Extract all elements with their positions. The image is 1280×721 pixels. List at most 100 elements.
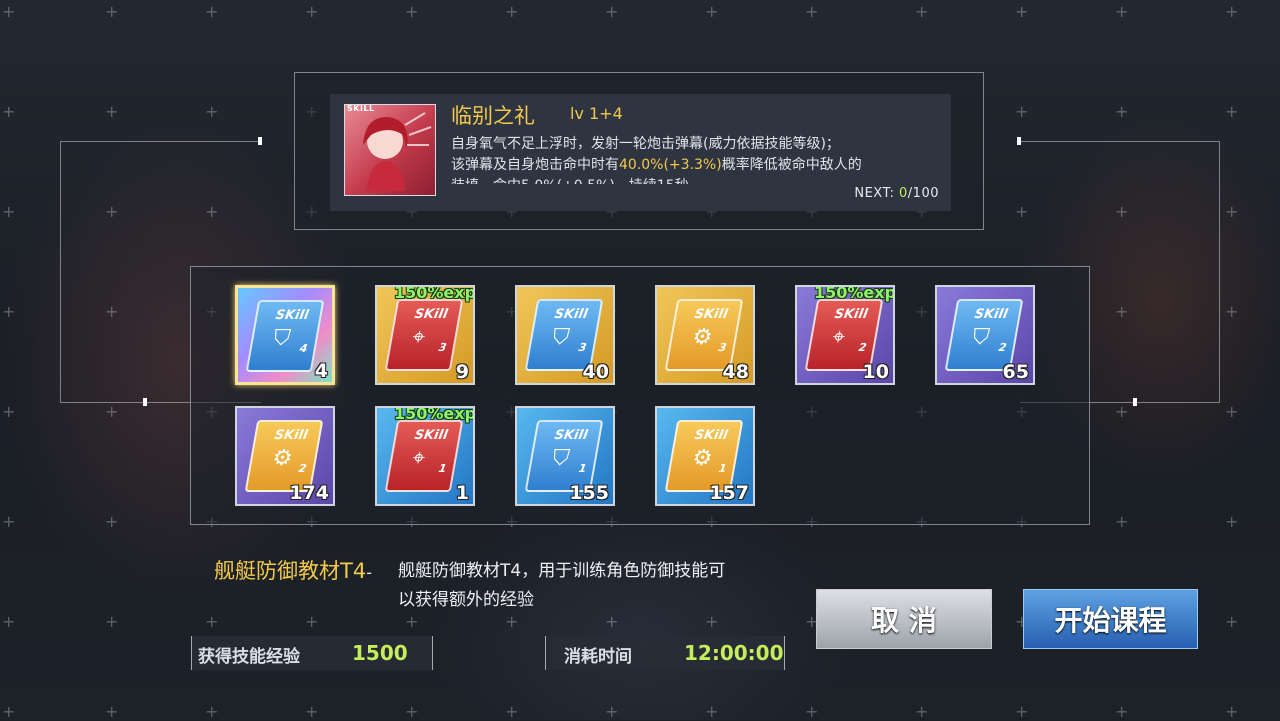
plus-mark: + (1225, 702, 1239, 721)
book-label: SKill (973, 307, 1009, 322)
plus-mark: + (105, 2, 119, 21)
left-connector-tick-bottom (143, 398, 147, 406)
book-tier: 2 (997, 341, 1008, 354)
material-desc-line-2: 以获得额外的经验 (398, 590, 534, 610)
plus-mark: + (605, 702, 619, 721)
skill-card: SKILL 临别之礼 lv 1+4 自身氧气不足上浮时，发射一轮炮击弹幕(威力依… (330, 94, 951, 211)
book-label: SKill (693, 428, 729, 443)
item-count: 65 (1002, 361, 1029, 383)
right-connector-tick-bottom (1133, 398, 1137, 406)
skill-book-item[interactable]: SKill ⚙ 3 48 (655, 285, 755, 385)
shield-icon: ⛉ (550, 446, 572, 471)
skill-book-item[interactable]: SKill ⛉ 1 155 (515, 406, 615, 506)
time-cost-label: 消耗时间 (564, 647, 632, 667)
plus-mark: + (1115, 402, 1129, 421)
item-count: 40 (582, 361, 609, 383)
skill-book-item[interactable]: SKill ⚙ 1 157 (655, 406, 755, 506)
book-label: SKill (413, 428, 449, 443)
skill-book-item[interactable]: SKill ⌖ 1 150%exp 1 (375, 406, 475, 506)
skill-next-exp: NEXT: 0/100 (854, 186, 939, 201)
skill-book-icon: SKill ⌖ 3 (384, 299, 464, 371)
plus-mark: + (605, 2, 619, 21)
skill-book-item[interactable]: SKill ⌖ 3 150%exp 9 (375, 285, 475, 385)
item-count: 1 (455, 482, 469, 504)
plus-mark: + (205, 612, 219, 631)
plus-mark: + (505, 2, 519, 21)
exp-gain-value: 1500 (352, 641, 408, 665)
skill-level: lv 1+4 (570, 104, 623, 123)
skill-desc-line-2: 该弹幕及自身炮击命中时有40.0%(+3.3%)概率降低被命中敌人的 (451, 155, 941, 176)
shield-icon: ⛉ (550, 325, 572, 350)
plus-mark: + (1225, 402, 1239, 421)
plus-mark: + (205, 2, 219, 21)
skill-desc-highlight: 40.0%(+3.3%) (619, 157, 722, 173)
start-course-button[interactable]: 开始课程 (1023, 589, 1198, 649)
plus-mark: + (705, 702, 719, 721)
skill-book-item[interactable]: SKill ⚙ 2 174 (235, 406, 335, 506)
skill-name: 临别之礼 (451, 104, 535, 128)
book-label: SKill (273, 428, 309, 443)
skill-book-item[interactable]: SKill ⛉ 2 65 (935, 285, 1035, 385)
gear-icon: ⚙ (270, 446, 295, 471)
selected-material-name: 舰艇防御教材T4- (214, 555, 372, 585)
time-cost-value: 12:00:00 (684, 641, 784, 665)
plus-mark: + (105, 702, 119, 721)
plus-mark: + (1115, 102, 1129, 121)
item-count: 4 (314, 360, 328, 382)
book-label: SKill (693, 307, 729, 322)
skill-desc-line-1: 自身氧气不足上浮时，发射一轮炮击弹幕(威力依据技能等级)； (451, 136, 840, 152)
plus-mark: + (305, 612, 319, 631)
crosshair-icon: ⌖ (830, 325, 848, 350)
book-tier: 3 (717, 341, 728, 354)
plus-mark: + (1225, 102, 1239, 121)
crosshair-icon: ⌖ (410, 325, 428, 350)
plus-mark: + (1015, 702, 1029, 721)
skill-desc-text: 该弹幕及自身炮击命中时有 (451, 157, 619, 173)
plus-mark: + (1115, 702, 1129, 721)
plus-mark: + (915, 702, 929, 721)
skill-description[interactable]: 自身氧气不足上浮时，发射一轮炮击弹幕(威力依据技能等级)； 该弹幕及自身炮击命中… (451, 134, 941, 184)
cancel-button[interactable]: 取 消 (816, 589, 992, 649)
skill-book-icon: SKill ⌖ 1 (384, 420, 464, 492)
plus-mark: + (705, 2, 719, 21)
book-tier: 2 (857, 341, 868, 354)
material-separator: - (366, 563, 372, 582)
skill-info-panel: SKILL 临别之礼 lv 1+4 自身氧气不足上浮时，发射一轮炮击弹幕(威力依… (294, 72, 984, 230)
exp-bonus-badge: 150%exp (394, 285, 475, 302)
next-total: /100 (907, 186, 939, 201)
shield-icon: ⛉ (970, 325, 992, 350)
plus-mark: + (405, 2, 419, 21)
plus-mark: + (105, 612, 119, 631)
plus-mark: + (105, 402, 119, 421)
exp-bonus-badge: 150%exp (814, 285, 895, 302)
plus-mark: + (205, 102, 219, 121)
book-tier: 4 (298, 342, 309, 355)
skill-book-item[interactable]: SKill ⛉ 3 40 (515, 285, 615, 385)
next-label: NEXT: (854, 186, 895, 201)
skill-book-grid: SKill ⛉ 4 4 SKill ⌖ 3 150%exp 9 SKill ⛉ 3 40 SKill ⚙ 3 4… (190, 266, 1090, 525)
skill-book-item[interactable]: SKill ⌖ 2 150%exp 10 (795, 285, 895, 385)
book-tier: 2 (297, 462, 308, 475)
item-count: 155 (569, 482, 609, 504)
plus-mark: + (305, 702, 319, 721)
plus-mark: + (705, 612, 719, 631)
item-count: 9 (455, 361, 469, 383)
plus-mark: + (915, 2, 929, 21)
plus-mark: + (305, 2, 319, 21)
skill-book-icon: SKill ⛉ 4 (245, 300, 325, 372)
skill-portrait-icon: SKILL (344, 104, 436, 196)
plus-mark: + (2, 512, 16, 531)
book-label: SKill (833, 307, 869, 322)
gear-icon: ⚙ (690, 446, 715, 471)
book-tier: 1 (717, 462, 728, 475)
plus-mark: + (2, 202, 16, 221)
item-count: 48 (722, 361, 749, 383)
plus-mark: + (405, 702, 419, 721)
skill-book-item[interactable]: SKill ⛉ 4 4 (235, 285, 335, 385)
plus-mark: + (1225, 512, 1239, 531)
book-label: SKill (274, 308, 310, 323)
plus-mark: + (1015, 102, 1029, 121)
exp-bonus-badge: 150%exp (394, 406, 475, 423)
exp-gain-stat: 获得技能经验 1500 (191, 636, 433, 670)
plus-mark: + (2, 102, 16, 121)
